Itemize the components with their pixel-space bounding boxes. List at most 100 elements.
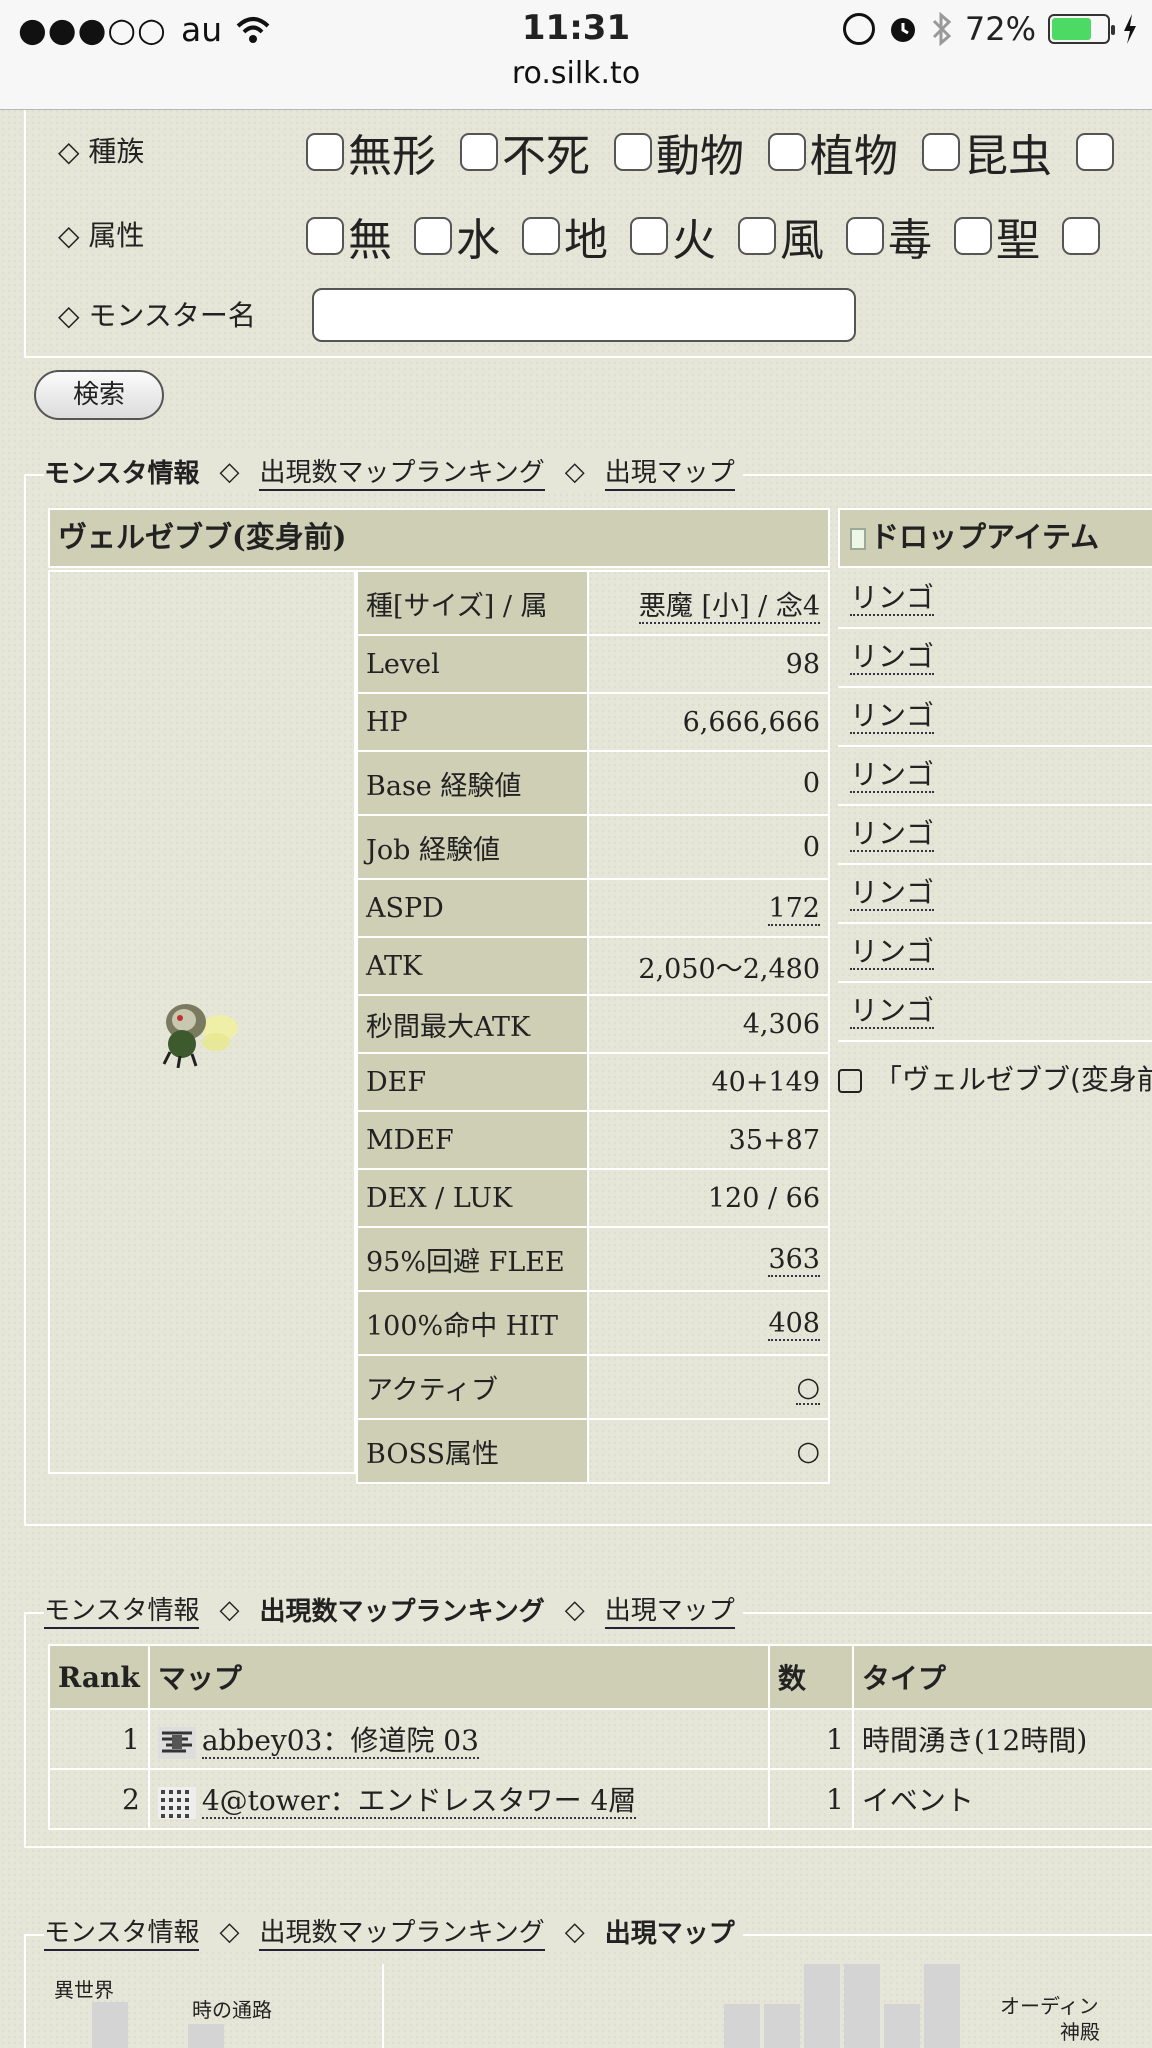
map-label: 時の通路: [192, 1998, 272, 2022]
table-row: 1 abbey03：修道院 03 1 時間湧き(12時間): [48, 1708, 1152, 1770]
element-checkbox[interactable]: [738, 217, 776, 255]
status-right: 72%: [842, 10, 1138, 48]
stat-value[interactable]: 悪魔 [小] / 念4: [586, 570, 831, 636]
race-checkbox[interactable]: [460, 133, 498, 171]
diamond-icon: ◇: [219, 1594, 240, 1625]
drop-item-link[interactable]: リンゴ: [850, 876, 935, 911]
race-option[interactable]: [1076, 120, 1114, 184]
tab-monster-info: モンスタ情報: [44, 459, 200, 489]
map-block[interactable]: [724, 2004, 760, 2048]
monster-name-input[interactable]: [312, 288, 856, 342]
race-option[interactable]: 昆虫: [922, 120, 1052, 184]
drop-item-link[interactable]: リンゴ: [850, 758, 935, 793]
element-checkbox[interactable]: [522, 217, 560, 255]
stat-key: MDEF: [356, 1110, 589, 1170]
element-option[interactable]: 聖: [954, 204, 1040, 268]
tab-monster-info[interactable]: モンスタ情報: [44, 1912, 200, 1951]
element-option[interactable]: 地: [522, 204, 608, 268]
rank-cell: 2: [48, 1768, 150, 1830]
map-label: 異世界: [54, 1978, 114, 2002]
stat-value-text: 0: [802, 831, 820, 863]
map-block[interactable]: [844, 1964, 880, 2048]
stat-key: ATK: [356, 936, 589, 996]
drop-item-link[interactable]: リンゴ: [850, 640, 935, 675]
drop-item[interactable]: リンゴ: [838, 806, 1152, 865]
element-option[interactable]: 火: [630, 204, 716, 268]
drop-item[interactable]: リンゴ: [838, 983, 1152, 1042]
drop-item[interactable]: リンゴ: [838, 747, 1152, 806]
map-block[interactable]: [92, 2002, 128, 2048]
diamond-icon: ◇: [564, 456, 585, 487]
tab-ranking[interactable]: 出現数マップランキング: [259, 452, 545, 491]
stat-value: 6,666,666: [586, 692, 831, 752]
monster-sprite-icon: [162, 1004, 238, 1068]
stat-row: Level 98: [356, 634, 831, 694]
stat-value: ○: [586, 1418, 831, 1484]
stat-value-text: 363: [768, 1243, 820, 1277]
race-label: ◇ 種族: [58, 135, 145, 168]
drop-item-link[interactable]: リンゴ: [850, 699, 935, 734]
map-block[interactable]: [764, 2004, 800, 2048]
stat-value[interactable]: 172: [586, 878, 831, 938]
race-checkbox[interactable]: [768, 133, 806, 171]
search-button[interactable]: 検索: [34, 370, 164, 420]
race-checkbox[interactable]: [614, 133, 652, 171]
stat-value[interactable]: 363: [586, 1226, 831, 1292]
map-label: 神殿: [1060, 2020, 1100, 2044]
tab-map[interactable]: 出現マップ: [604, 452, 735, 491]
stat-value-text: 0: [802, 767, 820, 799]
map-block[interactable]: [884, 2004, 920, 2048]
map-link[interactable]: 4@tower：エンドレスタワー 4層: [201, 1784, 637, 1819]
drop-item[interactable]: リンゴ: [838, 570, 1152, 629]
drop-item[interactable]: リンゴ: [838, 629, 1152, 688]
element-option[interactable]: [1062, 204, 1100, 268]
race-option[interactable]: 植物: [768, 120, 898, 184]
race-option[interactable]: 無形: [306, 120, 436, 184]
element-checkbox[interactable]: [414, 217, 452, 255]
race-option[interactable]: 動物: [614, 120, 744, 184]
element-checkbox[interactable]: [306, 217, 344, 255]
element-option-label: 地: [564, 215, 608, 266]
map-block[interactable]: [924, 1964, 960, 2048]
element-option[interactable]: 無: [306, 204, 392, 268]
stat-row: 秒間最大ATK 4,306: [356, 994, 831, 1054]
drop-item[interactable]: リンゴ: [838, 924, 1152, 983]
race-option[interactable]: 不死: [460, 120, 590, 184]
url-bar[interactable]: ro.silk.to: [0, 56, 1152, 91]
stat-value[interactable]: 408: [586, 1290, 831, 1356]
tab-monster-info[interactable]: モンスタ情報: [44, 1590, 200, 1629]
tab-map[interactable]: 出現マップ: [604, 1590, 735, 1629]
stat-value[interactable]: ○: [586, 1354, 831, 1420]
drop-item[interactable]: リンゴ: [838, 688, 1152, 747]
element-checkbox[interactable]: [954, 217, 992, 255]
race-checkbox[interactable]: [306, 133, 344, 171]
element-option[interactable]: 風: [738, 204, 824, 268]
diamond-icon: ◇: [564, 1594, 585, 1625]
tab-map: 出現マップ: [604, 1919, 735, 1949]
drop-item-link[interactable]: リンゴ: [850, 994, 935, 1029]
stat-value-text: 172: [768, 892, 820, 926]
drop-item-link[interactable]: リンゴ: [850, 581, 935, 616]
element-option[interactable]: 毒: [846, 204, 932, 268]
race-checkbox[interactable]: [1076, 133, 1114, 171]
map-link[interactable]: abbey03：修道院 03: [201, 1724, 479, 1759]
map-block[interactable]: [804, 1964, 840, 2048]
monster-name: ヴェルゼブブ(変身前): [48, 508, 830, 568]
drop-item-link[interactable]: リンゴ: [850, 935, 935, 970]
element-checkbox[interactable]: [846, 217, 884, 255]
element-option[interactable]: 水: [414, 204, 500, 268]
race-checkbox[interactable]: [922, 133, 960, 171]
drop-item[interactable]: リンゴ: [838, 865, 1152, 924]
search-panel: ◇ 種族 無形 不死 動物 植物 昆虫 ◇ 属性 無 水 地 火 風 毒 聖 ◇…: [24, 110, 1152, 358]
stat-value: 98: [586, 634, 831, 694]
race-option-label: 不死: [502, 131, 590, 182]
tab-ranking[interactable]: 出現数マップランキング: [259, 1912, 545, 1951]
world-map: 異世界 時の通路 オーディン 神殿: [24, 1960, 1152, 2048]
drop-items-list: リンゴ リンゴ リンゴ リンゴ リンゴ リンゴ リンゴ リンゴ: [838, 570, 1152, 1042]
map-cell: 4@tower：エンドレスタワー 4層: [147, 1768, 770, 1830]
stat-value-text: 6,666,666: [682, 706, 820, 738]
drop-item-link[interactable]: リンゴ: [850, 817, 935, 852]
map-block[interactable]: [188, 2024, 224, 2048]
element-checkbox[interactable]: [1062, 217, 1100, 255]
element-checkbox[interactable]: [630, 217, 668, 255]
